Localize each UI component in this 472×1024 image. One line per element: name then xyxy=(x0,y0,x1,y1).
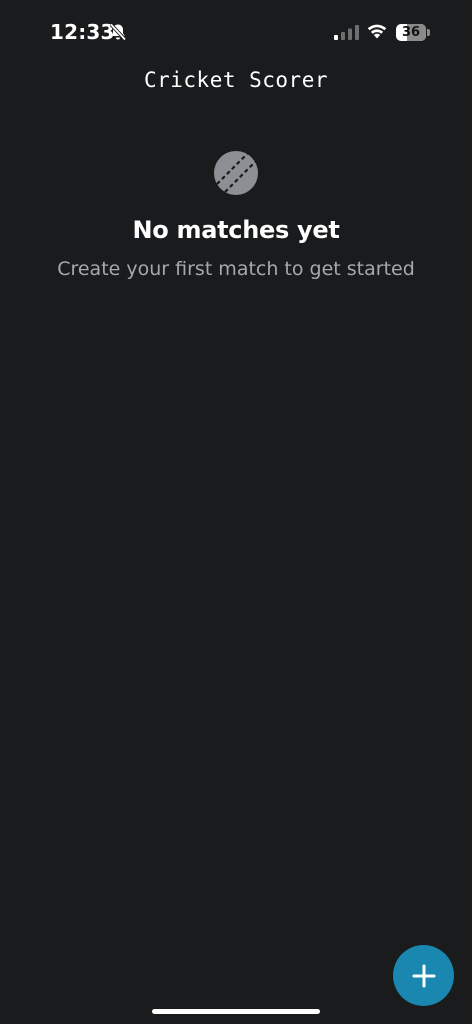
empty-state: No matches yet Create your first match t… xyxy=(0,150,472,280)
battery-body: 36 xyxy=(396,24,426,41)
status-bar: 12:33 36 xyxy=(0,0,472,64)
cricket-ball-icon xyxy=(214,151,258,195)
bell-slash-icon xyxy=(109,23,127,41)
status-time: 12:33 xyxy=(50,20,115,44)
wifi-icon xyxy=(367,24,387,39)
home-indicator[interactable] xyxy=(152,1009,320,1014)
empty-state-subtitle: Create your first match to get started xyxy=(57,258,415,280)
add-match-button[interactable] xyxy=(393,945,454,1006)
page-title: Cricket Scorer xyxy=(143,68,328,92)
battery-tip xyxy=(427,29,430,36)
battery-percentage: 36 xyxy=(401,25,421,40)
app-screen: 12:33 36 Cricket Scorer No matches yet C… xyxy=(0,0,472,1024)
empty-state-title: No matches yet xyxy=(132,216,340,244)
battery-icon: 36 xyxy=(396,24,430,41)
plus-icon xyxy=(412,964,435,987)
cellular-signal-icon xyxy=(334,25,359,40)
